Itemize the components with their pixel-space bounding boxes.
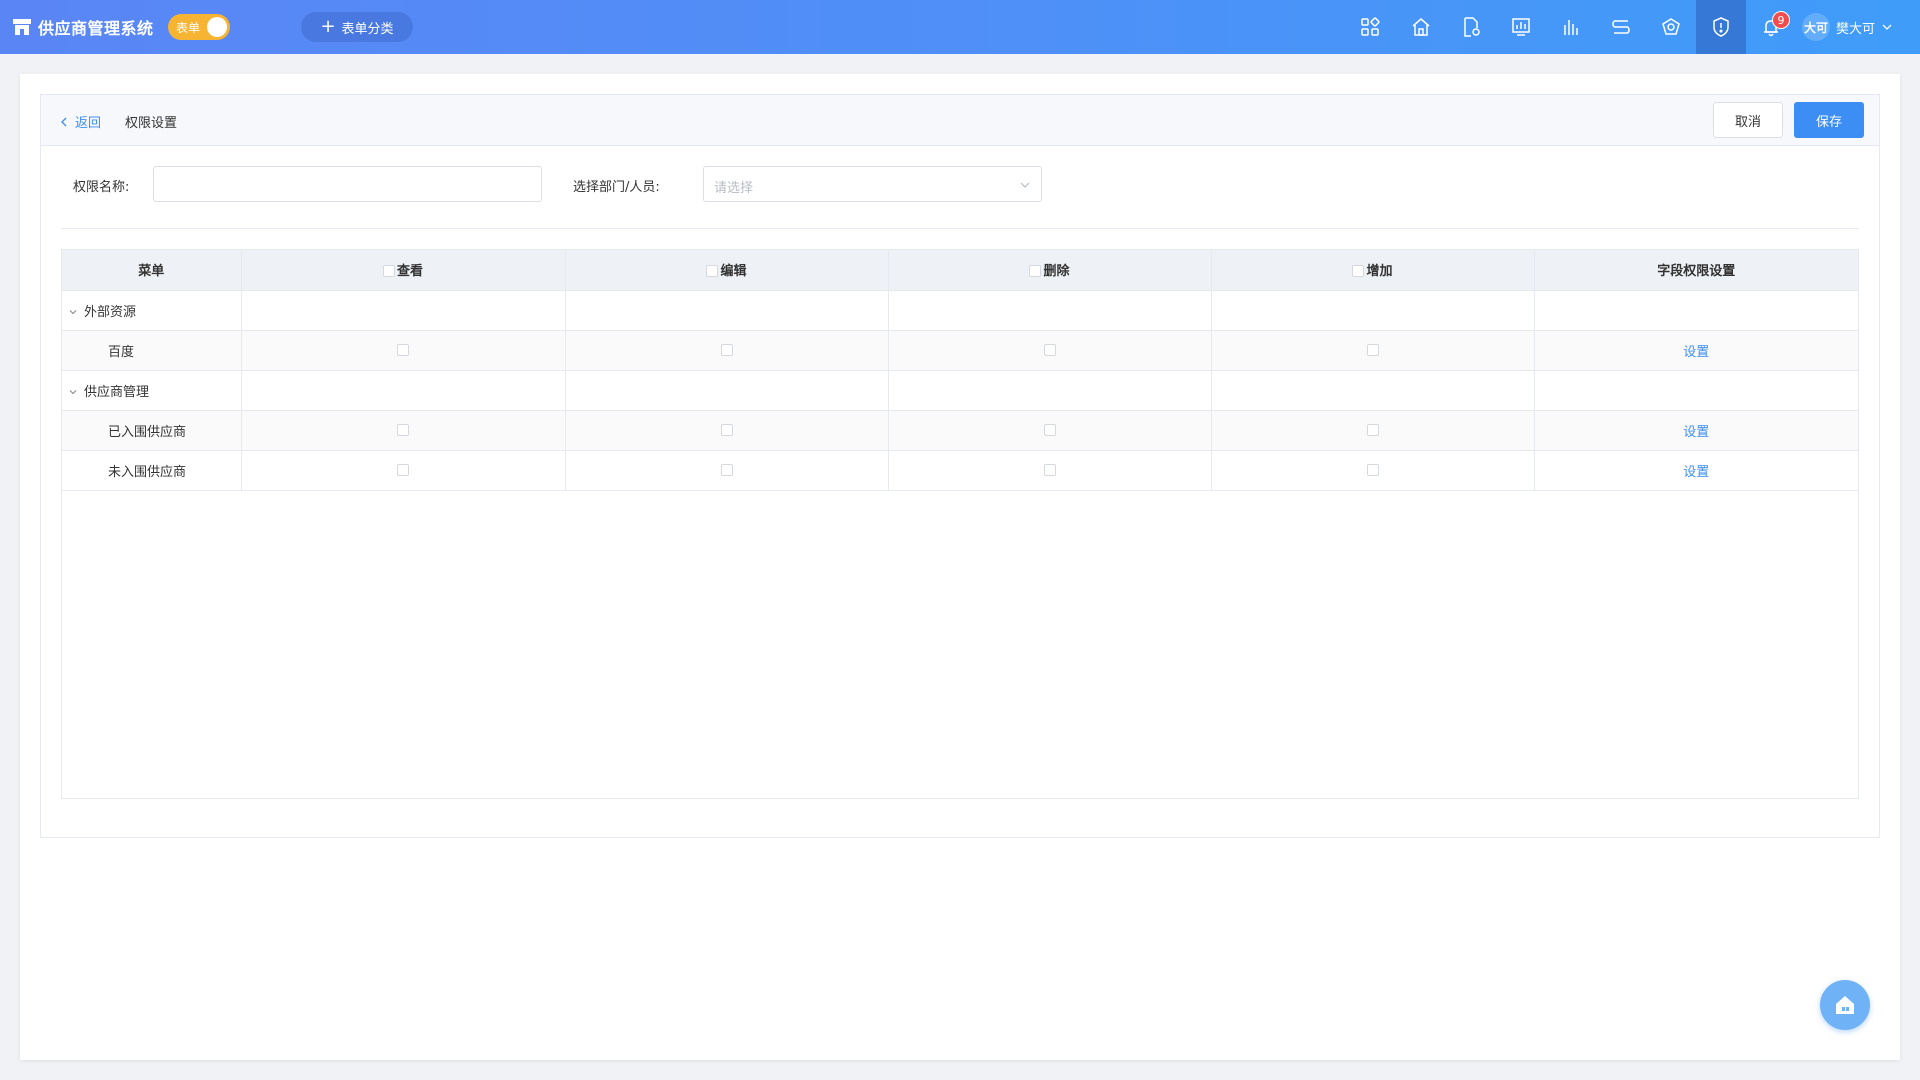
toggle-label: 表单 [176, 20, 201, 35]
dashboard-icon [1512, 18, 1530, 36]
permission-nav-button[interactable] [1696, 0, 1746, 54]
cancel-button[interactable]: 取消 [1713, 102, 1783, 138]
column-header-delete-label: 删除 [1043, 264, 1070, 280]
content-card: 返回 权限设置 取消 保存 权限名称: 选择部门/人员: 请选择 菜单 查看 编… [20, 74, 1900, 1060]
dept-select-placeholder: 请选择 [714, 181, 754, 196]
column-header-view: 查看 [241, 250, 566, 291]
store-icon [13, 19, 31, 35]
table-row: 已入围供应商 设置 [62, 410, 1858, 451]
select-all-delete-checkbox[interactable] [1029, 264, 1042, 277]
edit-checkbox[interactable] [720, 464, 733, 476]
apps-icon [1361, 17, 1380, 36]
permission-name-input[interactable] [153, 166, 542, 202]
table-row: 百度 设置 [62, 330, 1858, 371]
toggle-knob [207, 17, 227, 37]
group-cell[interactable]: 供应商管理 [62, 370, 242, 411]
divider [61, 228, 1859, 229]
group-name: 供应商管理 [84, 384, 150, 400]
column-header-delete: 删除 [888, 250, 1212, 291]
field-permission-link[interactable]: 设置 [1683, 465, 1709, 480]
app-title: 供应商管理系统 [38, 19, 154, 38]
menu-item-name: 百度 [62, 330, 242, 371]
select-all-add-checkbox[interactable] [1352, 264, 1365, 277]
column-header-view-label: 查看 [396, 264, 423, 280]
back-label: 返回 [75, 116, 102, 131]
add-checkbox[interactable] [1366, 344, 1379, 356]
apps-nav-button[interactable] [1345, 0, 1395, 54]
edit-checkbox[interactable] [720, 344, 733, 356]
chevron-down-icon[interactable] [68, 307, 78, 317]
form-mode-toggle[interactable]: 表单 [168, 14, 230, 40]
delete-checkbox[interactable] [1043, 344, 1056, 356]
field-permission-link[interactable]: 设置 [1683, 425, 1709, 440]
plus-icon: + [320, 16, 336, 37]
table-group-row[interactable]: 外部资源 [62, 290, 1858, 331]
column-header-edit: 编辑 [565, 250, 889, 291]
table-row: 未入围供应商 设置 [62, 450, 1858, 491]
shield-icon [1713, 17, 1729, 37]
column-header-menu: 菜单 [62, 250, 242, 291]
notification-button[interactable] [1746, 0, 1796, 54]
table-header-row: 菜单 查看 编辑 删除 增加 字段权限设置 [62, 250, 1858, 291]
home-icon [1412, 18, 1430, 36]
chart-icon [1564, 20, 1578, 35]
permission-table: 菜单 查看 编辑 删除 增加 字段权限设置 外部资源 百度 设置 供应商管理 已… [61, 249, 1859, 799]
view-checkbox[interactable] [397, 464, 409, 476]
flow-icon [1612, 20, 1630, 34]
chevron-down-icon[interactable] [68, 387, 78, 397]
edit-checkbox[interactable] [720, 424, 733, 436]
panel-header: 返回 权限设置 取消 保存 [41, 95, 1879, 146]
view-checkbox[interactable] [397, 424, 409, 436]
chevron-left-icon [61, 117, 67, 126]
home-icon [1836, 996, 1854, 1014]
group-name: 外部资源 [84, 304, 137, 320]
column-header-add: 增加 [1211, 250, 1535, 291]
add-checkbox[interactable] [1366, 424, 1379, 436]
page-title: 权限设置 [125, 116, 178, 131]
chevron-down-icon [1020, 182, 1030, 188]
delete-checkbox[interactable] [1043, 464, 1056, 476]
permission-panel: 返回 权限设置 取消 保存 权限名称: 选择部门/人员: 请选择 菜单 查看 编… [40, 94, 1880, 838]
permission-form: 权限名称: 选择部门/人员: 请选择 [41, 146, 1879, 227]
dashboard-nav-button[interactable] [1496, 0, 1546, 54]
add-checkbox[interactable] [1366, 464, 1379, 476]
user-name: 樊大可 [1836, 21, 1876, 37]
chart-nav-button[interactable] [1546, 0, 1596, 54]
dept-select-label: 选择部门/人员: [573, 180, 660, 195]
avatar: 大可 [1802, 13, 1830, 41]
column-header-edit-label: 编辑 [720, 264, 747, 280]
table-group-row[interactable]: 供应商管理 [62, 370, 1858, 411]
delete-checkbox[interactable] [1043, 424, 1056, 436]
select-all-view-checkbox[interactable] [382, 264, 395, 277]
form-category-button[interactable]: + 表单分类 [301, 12, 413, 42]
floating-home-button[interactable] [1820, 980, 1870, 1030]
dept-select[interactable]: 请选择 [703, 166, 1042, 202]
menu-item-name: 未入围供应商 [62, 450, 242, 491]
view-checkbox[interactable] [397, 344, 409, 356]
notification-badge: 9 [1772, 11, 1790, 29]
form-category-label: 表单分类 [341, 21, 394, 37]
top-bar: 供应商管理系统 表单 + 表单分类 9 大可 樊大可 [0, 0, 1920, 54]
permission-name-label: 权限名称: [73, 180, 130, 195]
brand[interactable]: 供应商管理系统 [12, 0, 154, 54]
flow-nav-button[interactable] [1596, 0, 1646, 54]
menu-item-name: 已入围供应商 [62, 410, 242, 451]
robot-nav-button[interactable] [1646, 0, 1696, 54]
user-menu[interactable]: 大可 樊大可 [1802, 0, 1893, 54]
column-header-add-label: 增加 [1366, 264, 1393, 280]
group-cell[interactable]: 外部资源 [62, 290, 242, 331]
chevron-down-icon [1882, 24, 1892, 30]
robot-icon [1662, 18, 1680, 35]
document-settings-nav-button[interactable] [1446, 0, 1496, 54]
field-permission-link[interactable]: 设置 [1683, 345, 1709, 360]
save-button[interactable]: 保存 [1794, 102, 1864, 138]
home-nav-button[interactable] [1396, 0, 1446, 54]
document-settings-icon [1464, 17, 1480, 37]
column-header-field-permission: 字段权限设置 [1534, 250, 1858, 291]
back-link[interactable]: 返回 [59, 112, 101, 131]
select-all-edit-checkbox[interactable] [706, 264, 719, 277]
